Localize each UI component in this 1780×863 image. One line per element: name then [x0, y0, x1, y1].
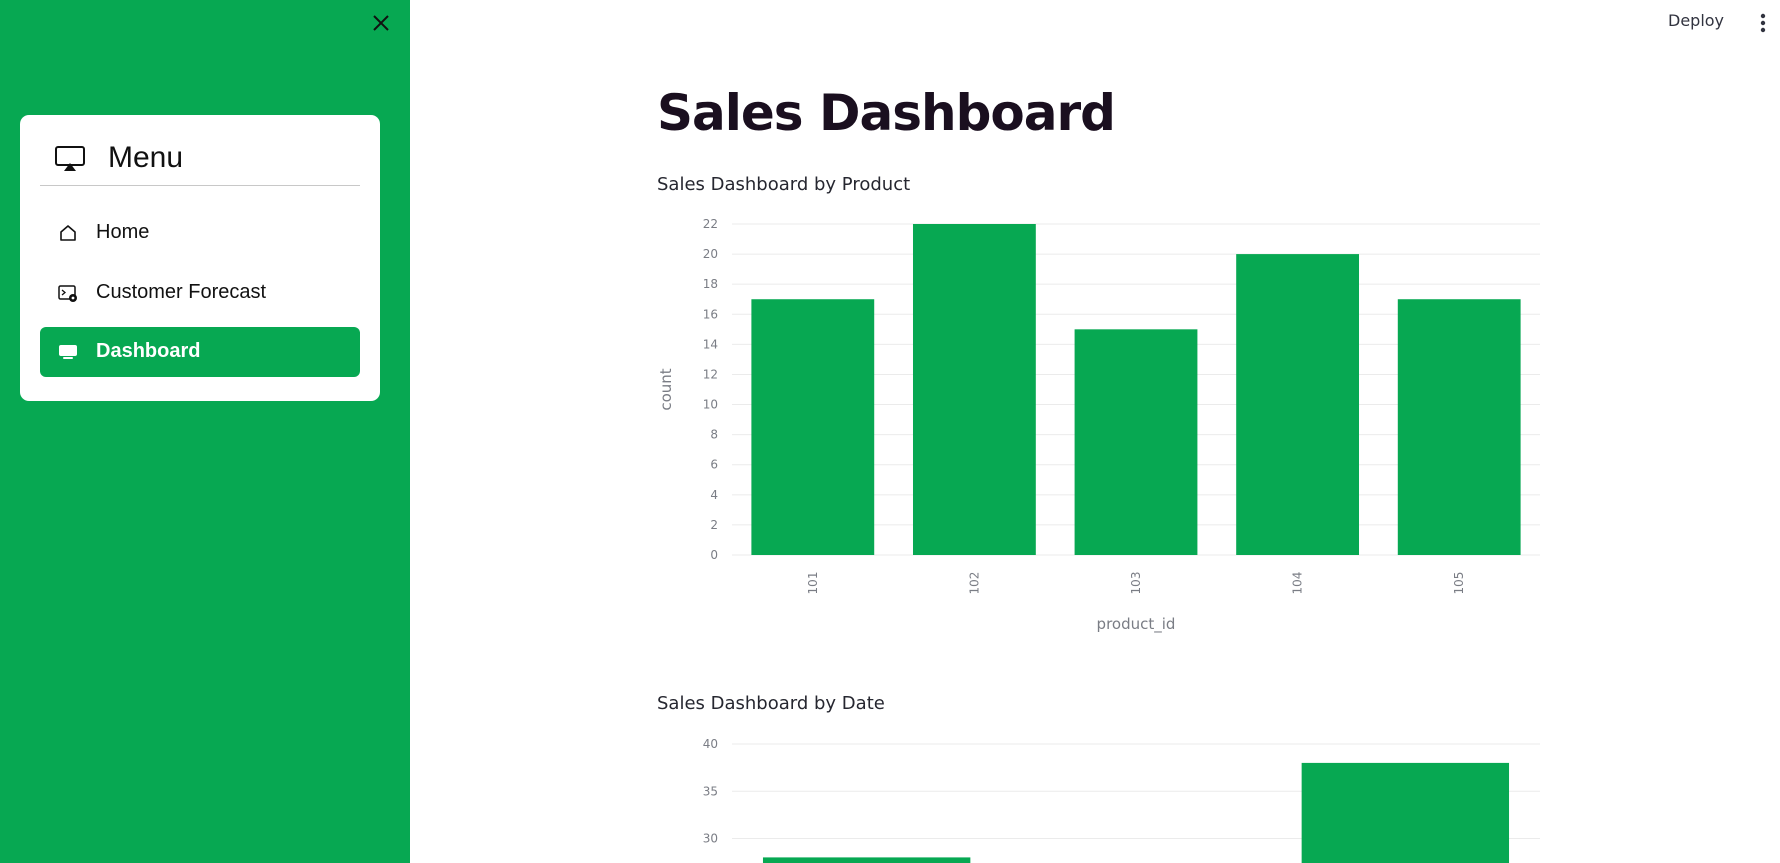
y-tick-label: 8 [710, 428, 718, 442]
y-tick-label: 22 [703, 217, 718, 231]
y-tick-label: 0 [710, 548, 718, 562]
bar [1301, 762, 1510, 863]
x-tick-label: 102 [967, 572, 981, 595]
y-tick-label: 40 [703, 737, 718, 751]
y-tick-label: 4 [710, 488, 718, 502]
y-tick-label: 12 [703, 367, 718, 381]
y-tick-label: 30 [703, 832, 718, 846]
x-tick-label: 104 [1291, 572, 1305, 595]
y-tick-label: 2 [710, 518, 718, 532]
y-tick-label: 6 [710, 458, 718, 472]
y-tick-label: 10 [703, 398, 718, 412]
y-tick-label: 14 [703, 337, 718, 351]
chart-date: 25303540 [703, 737, 1540, 863]
bar [1236, 254, 1360, 555]
x-tick-label: 103 [1129, 572, 1143, 595]
bar [1397, 299, 1521, 555]
bar [762, 857, 971, 863]
y-axis-label: count [657, 368, 675, 410]
chart-product: 0 2 4 6 8 10 12 14 16 18 20 22 101 102 103 104 105 produc… [657, 217, 1540, 634]
bar [1074, 329, 1198, 555]
charts-canvas: 0 2 4 6 8 10 12 14 16 18 20 22 101 102 103 104 105 produc… [657, 217, 1540, 863]
x-tick-label: 105 [1452, 572, 1466, 595]
app-window: Menu Home Customer Forecast Dashboard De… [0, 0, 1780, 863]
bar [912, 224, 1036, 555]
x-tick-label: 101 [806, 572, 820, 595]
y-tick-label: 35 [703, 784, 718, 798]
y-tick-label: 20 [703, 247, 718, 261]
bar [751, 299, 875, 555]
y-tick-label: 18 [703, 277, 718, 291]
y-tick-label: 16 [703, 307, 718, 321]
x-axis-label: product_id [1097, 615, 1176, 634]
